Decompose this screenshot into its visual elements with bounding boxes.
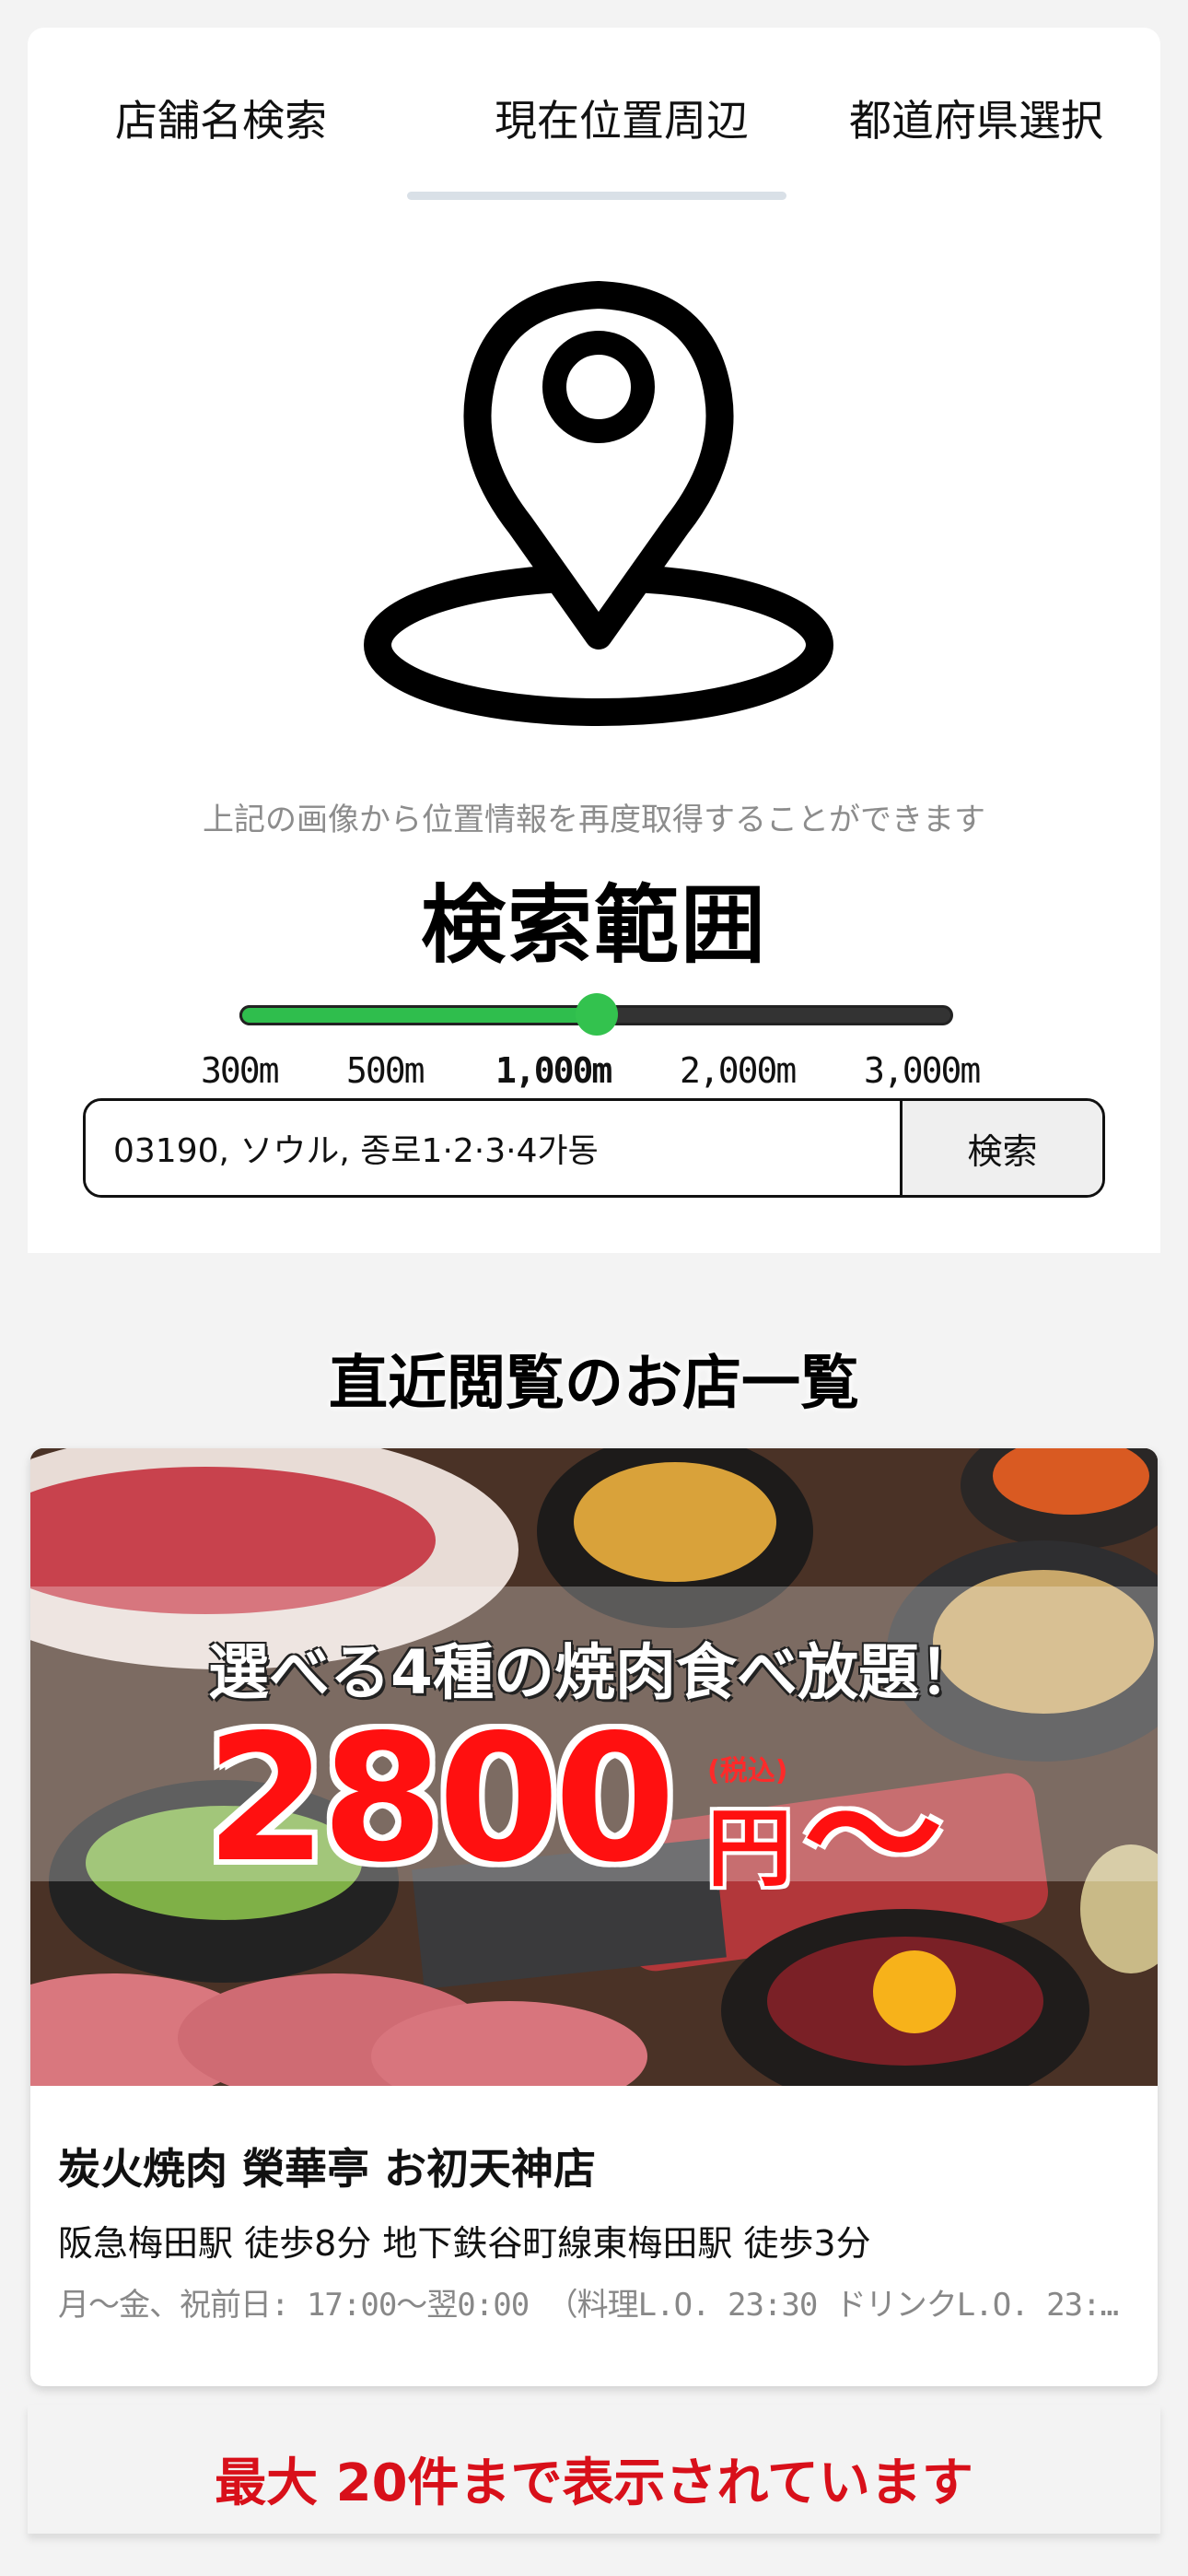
shop-access: 阪急梅田駅 徒歩8分 地下鉄谷町線東梅田駅 徒歩3分: [58, 2223, 871, 2264]
location-hint-text: 上記の画像から位置情報を再度取得することができます: [203, 802, 985, 838]
shop-hours: 月～金、祝前日: 17:00～翌0:00 （料理L.O. 23:30 ドリンクL…: [58, 2287, 1136, 2324]
recent-shops-title: 直近閲覧のお店一覧: [329, 1350, 859, 1418]
shop-name: 炭火焼肉 榮華亭 お初天神店: [58, 2144, 597, 2194]
tab-shop-name-search[interactable]: 店舗名検索: [64, 88, 378, 153]
active-tab-indicator: [407, 192, 786, 200]
slider-thumb[interactable]: [575, 993, 618, 1036]
search-mode-tabs: 店舗名検索 現在位置周辺 都道府県選択: [28, 28, 1160, 212]
page: 店舗名検索 現在位置周辺 都道府県選択 上記の画像から位置情報を再度取得すること…: [28, 28, 1160, 2534]
address-input[interactable]: [86, 1101, 900, 1195]
slider-fill: [239, 1005, 597, 1025]
search-panel: 店舗名検索 現在位置周辺 都道府県選択 上記の画像から位置情報を再度取得すること…: [28, 28, 1160, 1253]
map-pin-icon[interactable]: [350, 276, 847, 755]
promo-price-tilde: 〜: [804, 1757, 943, 1917]
promo-price: 2800: [205, 1697, 676, 1901]
range-option-2000m[interactable]: 2,000m: [680, 1050, 797, 1091]
range-option-1000m[interactable]: 1,000m: [495, 1050, 612, 1091]
shop-promo-image: 選べる4種の焼肉食べ放題！ 2800 (税込) 円 〜: [30, 1448, 1158, 2086]
range-slider[interactable]: [239, 993, 953, 1036]
tab-current-location[interactable]: 現在位置周辺: [433, 88, 810, 153]
range-option-500m[interactable]: 500m: [346, 1050, 425, 1091]
range-option-300m[interactable]: 300m: [201, 1050, 280, 1091]
display-limit-note: 最大 20件まで表示されています: [215, 2453, 973, 2513]
map-pin-graphic: [364, 281, 833, 726]
search-range-title: 検索範囲: [420, 876, 767, 975]
range-option-3000m[interactable]: 3,000m: [864, 1050, 981, 1091]
shop-card[interactable]: 選べる4種の焼肉食べ放題！ 2800 (税込) 円 〜 炭火焼肉 榮華亭 お初天…: [30, 1448, 1158, 2386]
search-button[interactable]: 検索: [900, 1101, 1102, 1195]
promo-price-unit: 円: [707, 1799, 793, 1898]
tab-prefecture-select[interactable]: 都道府県選択: [815, 88, 1137, 153]
address-search-bar: 検索: [83, 1098, 1105, 1198]
